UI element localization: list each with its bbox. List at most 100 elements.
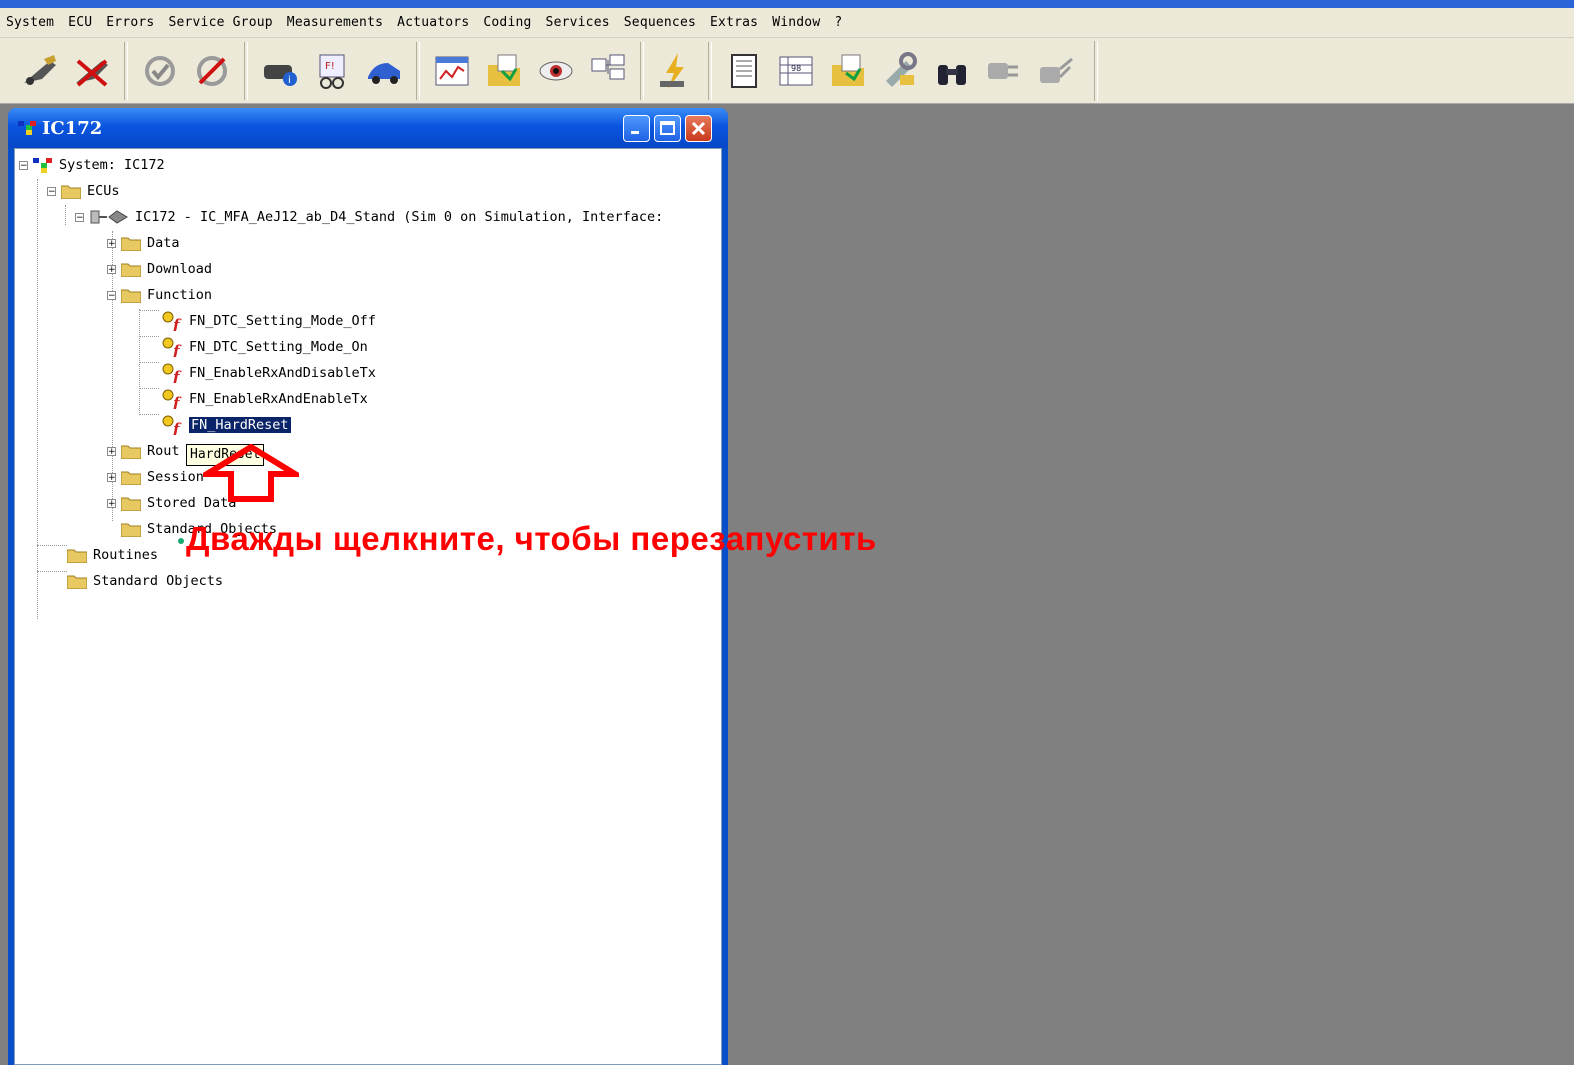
menu-help[interactable]: ? (834, 15, 842, 30)
menu-coding[interactable]: Coding (483, 15, 531, 30)
menu-actuators[interactable]: Actuators (397, 15, 469, 30)
svg-text:f: f (172, 420, 182, 435)
maximize-button[interactable] (654, 115, 681, 142)
tree-node-ecus[interactable]: − ECUs (47, 180, 120, 202)
tree-node-label: IC172 - IC_MFA_AeJ12_ab_D4_Stand (Sim 0 … (135, 209, 664, 225)
tree-node-function-item[interactable]: f FN_DTC_Setting_Mode_On (161, 336, 368, 358)
plug-icon[interactable] (982, 49, 1026, 93)
collapse-icon[interactable]: − (19, 160, 28, 170)
tree-node-label: Data (147, 235, 180, 251)
tree-node-function-item[interactable]: f FN_EnableRxAndDisableTx (161, 362, 376, 384)
toolbar-separator (244, 41, 248, 100)
fault-memory-icon[interactable]: F! (310, 49, 354, 93)
function-icon: f (162, 311, 182, 331)
toolbar-separator (708, 41, 712, 100)
sequence-folder-icon[interactable] (826, 49, 870, 93)
expand-icon[interactable]: + (107, 264, 116, 274)
folder-icon (121, 289, 141, 303)
tree-node-routines-partial[interactable]: + Rout (107, 440, 180, 462)
collapse-icon[interactable]: − (75, 212, 84, 222)
function-icon: f (162, 415, 182, 435)
folder-icon (121, 523, 141, 537)
reset-icon[interactable] (190, 49, 234, 93)
connect-icon[interactable] (18, 49, 62, 93)
tree-structure-icon[interactable] (586, 49, 630, 93)
tree-line (139, 362, 159, 363)
tree-line (139, 310, 159, 311)
svg-text:f: f (172, 394, 182, 409)
function-icon: f (162, 389, 182, 409)
tree-node-function-item-selected[interactable]: f FN_HardReset (161, 414, 292, 436)
tree-node-function-item[interactable]: f FN_DTC_Setting_Mode_Off (161, 310, 376, 332)
system-icon (18, 121, 36, 135)
expand-icon[interactable]: + (107, 446, 116, 456)
document-icon[interactable] (722, 49, 766, 93)
collapse-icon[interactable]: − (107, 290, 116, 300)
collapse-icon[interactable]: − (47, 186, 56, 196)
tree-node-session[interactable]: + Session (107, 466, 204, 488)
folder-icon (121, 497, 141, 511)
tree-node-label: FN_DTC_Setting_Mode_Off (189, 313, 376, 329)
coding-table-icon[interactable]: 98 (774, 49, 818, 93)
menu-service-group[interactable]: Service Group (168, 15, 272, 30)
toolbar-separator (1094, 40, 1098, 101)
folder-icon (121, 445, 141, 459)
folder-icon (121, 263, 141, 277)
window-title: IC172 (42, 118, 103, 139)
tree-node-data[interactable]: + Data (107, 232, 180, 254)
tree-node-routines[interactable]: Routines (67, 544, 158, 566)
tree-line (65, 205, 66, 225)
flash-icon[interactable] (654, 49, 698, 93)
menu-window[interactable]: Window (772, 15, 820, 30)
menu-errors[interactable]: Errors (106, 15, 154, 30)
view-eye-icon[interactable] (534, 49, 578, 93)
svg-text:f: f (172, 368, 182, 383)
actuator-folder-icon[interactable] (482, 49, 526, 93)
vehicle-icon[interactable] (362, 49, 406, 93)
svg-text:f: f (172, 342, 182, 357)
window-titlebar[interactable]: IC172 (8, 108, 728, 148)
function-icon: f (162, 337, 182, 357)
folder-icon (67, 575, 87, 589)
menu-extras[interactable]: Extras (710, 15, 758, 30)
tree-view[interactable]: − System: IC172 − ECUs − IC172 - IC_MFA_… (14, 148, 722, 1065)
expand-icon[interactable]: + (107, 498, 116, 508)
tree-node-label: Routines (93, 547, 159, 563)
toolbar-separator (416, 41, 420, 100)
svg-text:f: f (172, 316, 182, 331)
menu-system[interactable]: System (6, 15, 54, 30)
tree-node-download[interactable]: + Download (107, 258, 212, 280)
menu-measurements[interactable]: Measurements (287, 15, 383, 30)
tree-node-function[interactable]: − Function (107, 284, 212, 306)
tree-line (139, 414, 159, 415)
tree-node-label: Download (147, 261, 213, 277)
menu-bar: System ECU Errors Service Group Measurem… (0, 8, 1574, 38)
tree-line (37, 571, 67, 572)
minimize-button[interactable] (623, 115, 650, 142)
expand-icon[interactable]: + (107, 472, 116, 482)
close-button[interactable] (685, 115, 712, 142)
measurements-chart-icon[interactable] (430, 49, 474, 93)
menu-ecu[interactable]: ECU (68, 15, 92, 30)
plug-disconnect-icon[interactable] (1034, 49, 1078, 93)
tree-node-label: ECUs (87, 183, 120, 199)
binoculars-icon[interactable] (930, 49, 974, 93)
menu-sequences[interactable]: Sequences (624, 15, 696, 30)
tools-icon[interactable] (878, 49, 922, 93)
menu-services[interactable]: Services (546, 15, 610, 30)
disconnect-icon[interactable] (70, 49, 114, 93)
top-accent-bar (0, 0, 1574, 8)
tree-line (139, 388, 159, 389)
refresh-icon[interactable] (138, 49, 182, 93)
ecu-connection-icon (90, 210, 128, 224)
expand-icon[interactable]: + (107, 238, 116, 248)
tree-node-function-item[interactable]: f FN_EnableRxAndEnableTx (161, 388, 368, 410)
tree-node-standard-objects[interactable]: Standard Objects (67, 570, 223, 592)
ecu-info-icon[interactable]: i (258, 49, 302, 93)
tree-node-ecu[interactable]: − IC172 - IC_MFA_AeJ12_ab_D4_Stand (Sim … (75, 206, 663, 228)
function-icon: f (162, 363, 182, 383)
tree-node-system[interactable]: − System: IC172 (19, 154, 165, 176)
tree-node-label: FN_HardReset (188, 416, 292, 434)
bullet-dot (178, 538, 184, 544)
folder-icon (121, 471, 141, 485)
